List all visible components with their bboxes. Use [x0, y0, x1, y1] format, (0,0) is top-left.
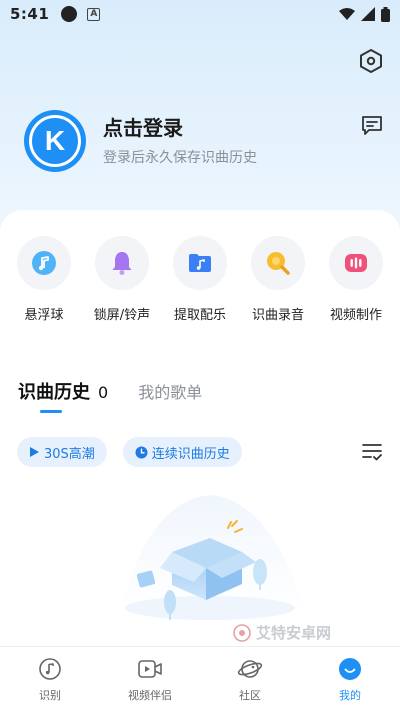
- login-subtitle: 登录后永久保存识曲历史: [103, 150, 257, 166]
- clock-icon: [135, 446, 148, 458]
- battery-icon: [381, 6, 390, 22]
- signal-icon: [361, 7, 375, 21]
- feature-lockscreen-ringtone[interactable]: 锁屏/铃声: [90, 236, 154, 326]
- nav-video-companion[interactable]: 视频伴侣: [110, 656, 190, 703]
- nav-recognize[interactable]: 识别: [10, 656, 90, 703]
- notification-dot-icon: [61, 6, 78, 22]
- nav-label: 视频伴侣: [128, 689, 172, 702]
- chip-continuous-history[interactable]: 连续识曲历史: [122, 437, 242, 467]
- chip-30s-climax[interactable]: 30S高潮: [17, 437, 107, 467]
- folder-music-icon: [189, 254, 211, 272]
- watermark-logo-icon: [233, 623, 251, 642]
- status-bar: 5:41 A: [0, 0, 400, 28]
- tab-my-playlist[interactable]: 我的歌单: [138, 379, 202, 403]
- feature-shortcuts: 悬浮球 锁屏/铃声 提取配乐 识曲录音 视频制作: [0, 236, 400, 326]
- bell-icon: [112, 252, 132, 275]
- tab-recognize-history[interactable]: 识曲历史: [18, 378, 90, 404]
- profile-icon: [339, 658, 361, 680]
- nav-community[interactable]: 社区: [210, 656, 290, 703]
- kugou-logo: K: [29, 115, 81, 167]
- bottom-navigation: 识别 视频伴侣 社区 我的: [0, 646, 400, 712]
- watermark: 艾特安卓网: [232, 622, 331, 643]
- video-icon: [138, 660, 162, 678]
- history-tabs: 识曲历史 0 我的歌单: [18, 378, 202, 404]
- music-note-icon: [32, 251, 56, 275]
- play-icon: [30, 447, 39, 457]
- video-make-icon: [345, 254, 367, 272]
- edit-list-button[interactable]: [360, 440, 384, 464]
- hexagon-settings-icon: [360, 49, 382, 73]
- active-tab-indicator: [40, 410, 62, 413]
- chip-label: 30S高潮: [44, 446, 95, 462]
- feature-label: 悬浮球: [24, 308, 64, 323]
- feature-floating-ball[interactable]: 悬浮球: [12, 236, 76, 326]
- feature-video-make[interactable]: 视频制作: [324, 236, 388, 326]
- avatar[interactable]: K: [24, 110, 86, 172]
- feature-label: 视频制作: [329, 308, 382, 323]
- feature-icon-wrap: [251, 236, 305, 290]
- message-button[interactable]: [360, 114, 384, 138]
- feature-recognize-record[interactable]: 识曲录音: [246, 236, 310, 326]
- feature-extract-music[interactable]: 提取配乐: [168, 236, 232, 326]
- feature-label: 锁屏/铃声: [93, 308, 151, 323]
- filter-chips: 30S高潮 连续识曲历史: [17, 437, 242, 467]
- history-count: 0: [98, 383, 109, 402]
- empty-box-illustration: [120, 495, 305, 620]
- list-check-icon: [362, 444, 382, 461]
- planet-icon: [237, 660, 263, 678]
- feature-label: 提取配乐: [173, 308, 226, 323]
- nav-label: 我的: [339, 689, 361, 702]
- feature-icon-wrap: [329, 236, 383, 290]
- feature-icon-wrap: [95, 236, 149, 290]
- nav-label: 识别: [39, 689, 61, 702]
- chip-label: 连续识曲历史: [151, 446, 230, 462]
- record-icon: [267, 252, 290, 275]
- nav-label: 社区: [239, 689, 261, 702]
- feature-icon-wrap: [173, 236, 227, 290]
- watermark-text: 艾特安卓网: [256, 624, 332, 642]
- feature-label: 识曲录音: [251, 308, 304, 323]
- login-title[interactable]: 点击登录: [103, 112, 183, 141]
- nav-mine[interactable]: 我的: [310, 656, 390, 703]
- message-icon: [362, 116, 382, 135]
- settings-button[interactable]: [358, 48, 384, 74]
- wifi-icon: [339, 8, 355, 20]
- status-time: 5:41: [10, 5, 50, 23]
- music-recognize-icon: [39, 658, 61, 680]
- notification-a-icon: A: [87, 7, 101, 21]
- feature-icon-wrap: [17, 236, 71, 290]
